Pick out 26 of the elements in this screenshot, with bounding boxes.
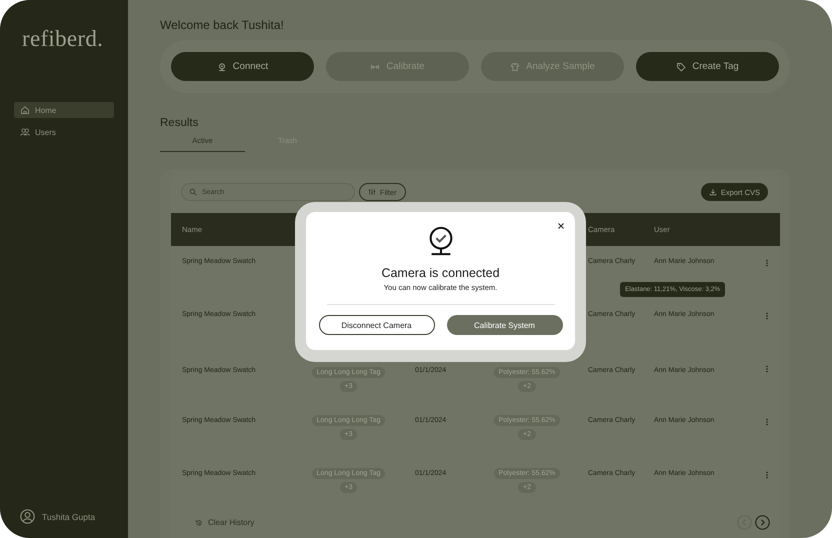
section-title: Results — [160, 117, 200, 129]
download-icon — [708, 188, 717, 196]
clear-history-button[interactable]: Clear History — [189, 517, 260, 528]
close-button[interactable] — [556, 221, 566, 231]
sidebar-item[interactable]: Home — [14, 102, 114, 118]
app-logo: refiberd. — [22, 26, 104, 52]
sidebar-item[interactable]: Users — [14, 124, 114, 140]
tag-button[interactable]: Create Tag — [636, 52, 779, 81]
shirt-icon — [510, 62, 520, 72]
user-avatar-icon — [20, 509, 35, 524]
tag-icon — [676, 62, 686, 72]
close-icon — [556, 221, 566, 231]
calibrate-system-button[interactable]: Calibrate System — [446, 315, 562, 335]
users-icon — [20, 127, 30, 137]
welcome-heading: Welcome back Tushita! — [160, 18, 285, 32]
dialog-title: Camera is connected — [381, 266, 500, 280]
webcam-icon — [216, 62, 227, 72]
home-icon — [20, 105, 30, 115]
next-page-button[interactable] — [755, 515, 770, 530]
user-name: Tushita Gupta — [42, 512, 96, 522]
history-icon — [195, 518, 203, 526]
search-icon — [189, 188, 197, 196]
sliders-icon — [368, 188, 376, 196]
connect-button[interactable]: Connect — [171, 52, 314, 81]
chevron-right-icon — [755, 515, 770, 530]
disconnect-button[interactable]: Disconnect Camera — [318, 315, 434, 335]
